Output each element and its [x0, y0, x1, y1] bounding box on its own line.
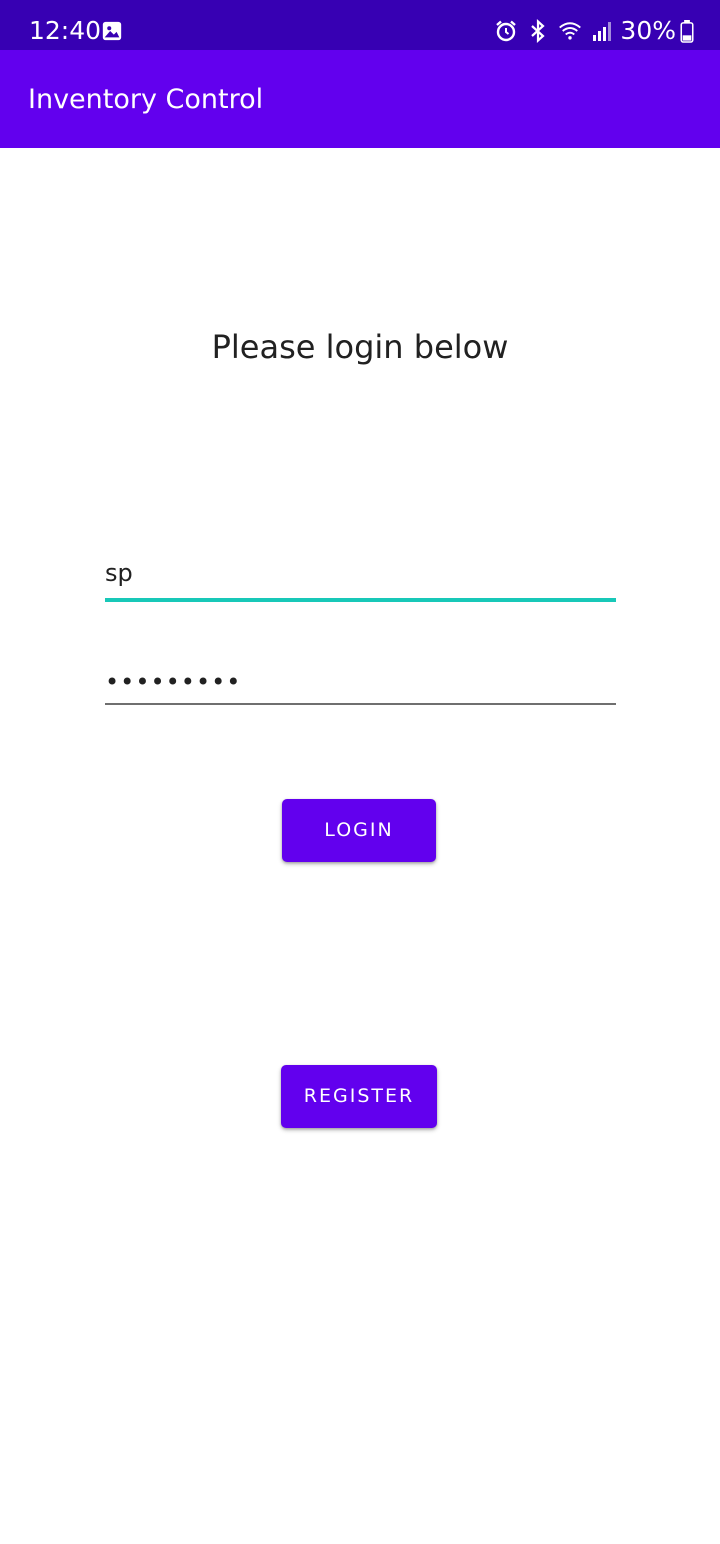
alarm-icon	[496, 20, 517, 42]
app-bar: Inventory Control	[0, 50, 720, 148]
login-button[interactable]: LOGIN	[282, 799, 436, 862]
username-field[interactable]	[105, 556, 616, 602]
wifi-icon	[559, 22, 582, 40]
status-time: 12:40	[29, 16, 102, 45]
bluetooth-icon	[531, 19, 546, 43]
signal-icon	[593, 22, 612, 41]
battery-percent: 30%	[620, 16, 676, 45]
gallery-icon	[102, 21, 122, 41]
register-button[interactable]: REGISTER	[281, 1065, 437, 1128]
battery-icon	[680, 19, 694, 43]
status-bar: 12:40 30%	[0, 0, 720, 50]
password-field-container	[105, 664, 616, 705]
app-title: Inventory Control	[28, 84, 264, 115]
login-prompt: Please login below	[211, 328, 509, 366]
password-field[interactable]	[105, 664, 616, 705]
status-icons: 30%	[486, 13, 694, 49]
username-field-container	[105, 556, 616, 602]
